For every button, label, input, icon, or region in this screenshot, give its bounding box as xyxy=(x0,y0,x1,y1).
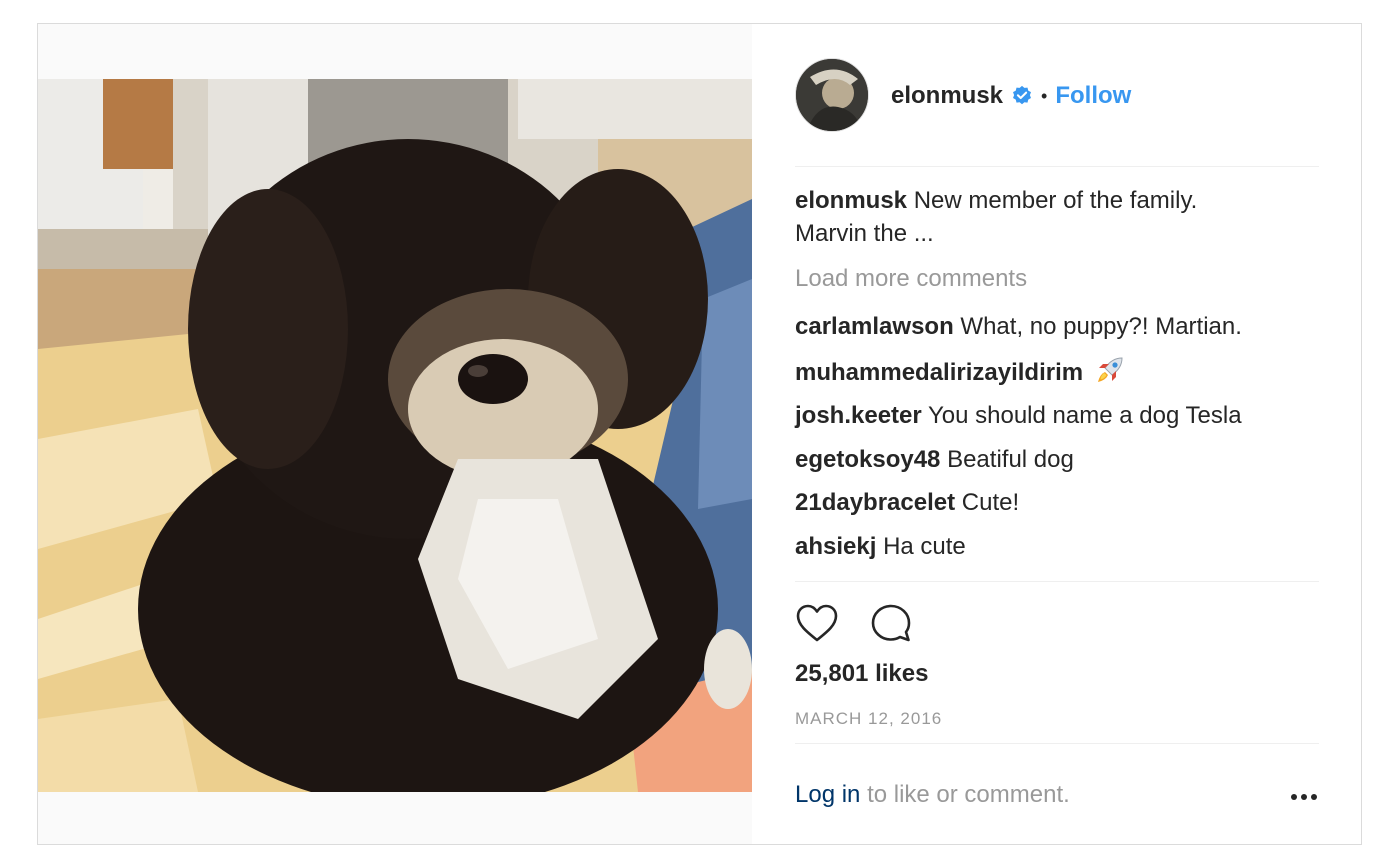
comment-item: ahsiekj Ha cute xyxy=(795,530,1319,563)
comment-text: Beatiful dog xyxy=(947,445,1074,473)
more-options-icon[interactable] xyxy=(1289,790,1319,802)
comment-username[interactable]: muhammedalirizayildirim xyxy=(795,359,1083,386)
divider xyxy=(795,581,1319,582)
load-more-comments-button[interactable]: Load more comments xyxy=(795,262,1319,295)
caption-username[interactable]: elonmusk xyxy=(795,187,907,214)
login-prompt-text: to like or comment. xyxy=(867,781,1070,808)
comments-list: elonmusk New member of the family. Marvi… xyxy=(795,184,1319,574)
post-media xyxy=(38,24,752,844)
comment-text: You should name a dog Tesla xyxy=(927,402,1242,430)
comment-text: Cute! xyxy=(961,489,1020,517)
separator-dot: • xyxy=(1041,85,1048,106)
post-date[interactable]: MARCH 12, 2016 xyxy=(795,709,942,729)
post-sidebar: elonmusk • Follow elonmusk New member of… xyxy=(795,24,1319,844)
post-photo[interactable] xyxy=(38,79,752,792)
comment-item: 21daybracelet Cute! xyxy=(795,486,1319,519)
caption-text: New member of the family. xyxy=(913,187,1198,214)
comment-username[interactable]: egetoksoy48 xyxy=(795,446,940,473)
comment-icon[interactable] xyxy=(869,602,913,646)
post-header: elonmusk • Follow xyxy=(795,24,1319,167)
caption-more[interactable]: Marvin the ... xyxy=(795,220,934,247)
heart-icon[interactable] xyxy=(795,602,839,646)
comment-item: egetoksoy48 Beatiful dog xyxy=(795,443,1319,476)
comment-text: Ha cute xyxy=(883,532,966,560)
verified-badge-icon xyxy=(1011,85,1033,107)
likes-count[interactable]: 25,801 likes xyxy=(795,660,928,688)
follow-button[interactable]: Follow xyxy=(1055,82,1131,110)
comment-item: josh.keeter You should name a dog Tesla xyxy=(795,399,1319,432)
comment-username[interactable]: 21daybracelet xyxy=(795,489,955,516)
comment-text: What, no puppy?! Martian. xyxy=(960,313,1242,340)
post-author-username[interactable]: elonmusk xyxy=(891,82,1003,110)
rocket-icon xyxy=(1094,354,1126,386)
comment-item: muhammedalirizayildirim xyxy=(795,354,1319,389)
comment-username[interactable]: josh.keeter xyxy=(795,402,922,429)
login-prompt: Log in to like or comment. xyxy=(795,781,1070,809)
avatar[interactable] xyxy=(795,58,869,132)
comment-username[interactable]: carlamlawson xyxy=(795,313,954,340)
login-link[interactable]: Log in xyxy=(795,781,860,808)
comment-item: carlamlawson What, no puppy?! Martian. xyxy=(795,310,1319,343)
post-caption: elonmusk New member of the family. Marvi… xyxy=(795,184,1319,250)
divider xyxy=(795,743,1319,744)
post-card: elonmusk • Follow elonmusk New member of… xyxy=(37,23,1362,845)
post-actions xyxy=(795,602,913,646)
comment-username[interactable]: ahsiekj xyxy=(795,533,876,560)
